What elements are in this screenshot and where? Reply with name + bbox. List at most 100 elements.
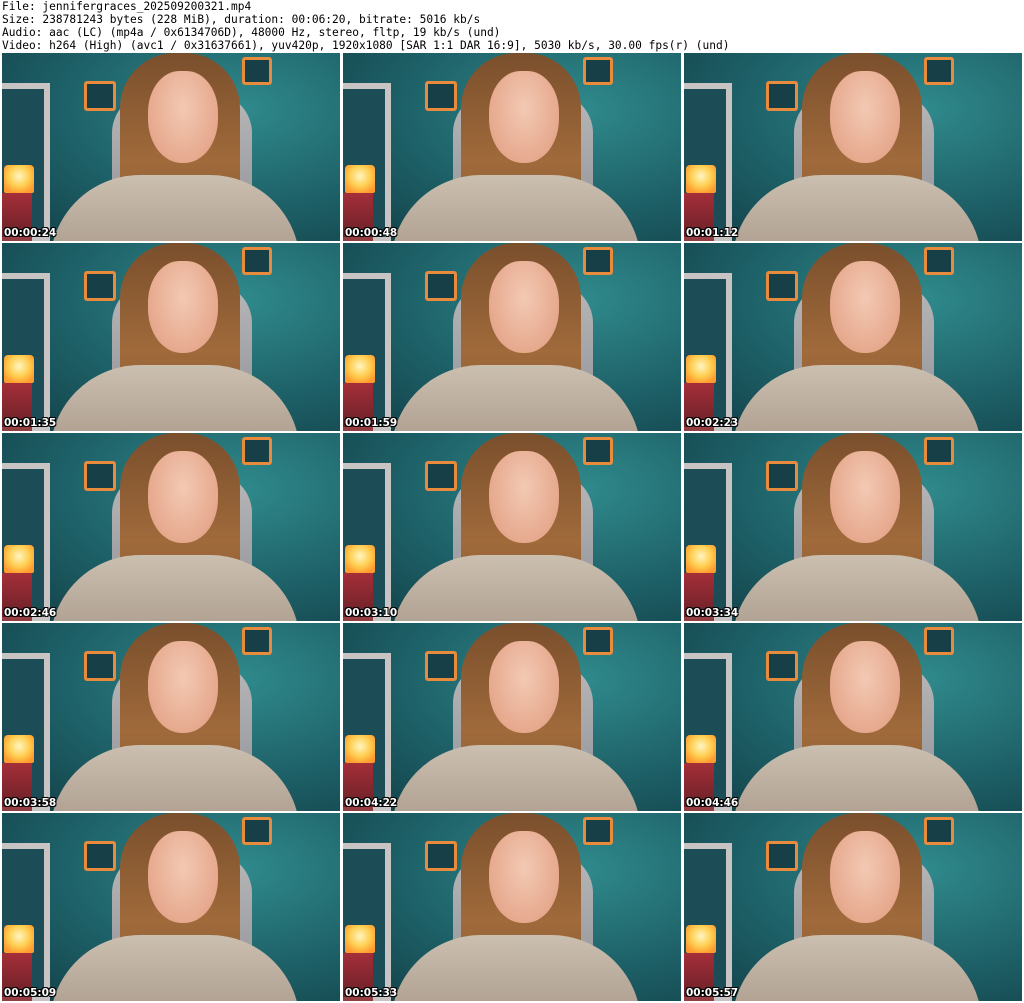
file-name-line: File: jennifergraces_202509200321.mp4 [2, 0, 252, 13]
video-thumbnail: 00:04:46 [684, 623, 1022, 811]
thumbnail-timestamp: 00:02:46 [4, 607, 57, 619]
person-sweater [50, 935, 300, 1001]
wall-shelf [242, 817, 272, 845]
wall-shelf [924, 247, 954, 275]
wall-shelf [242, 437, 272, 465]
thumbnail-timestamp: 00:02:23 [686, 417, 739, 429]
video-thumbnail: 00:05:57 [684, 813, 1022, 1001]
thumbnail-timestamp: 00:01:59 [345, 417, 398, 429]
lamp-icon [686, 545, 716, 573]
lamp-icon [345, 735, 375, 763]
lamp-icon [345, 165, 375, 193]
person-sweater [732, 745, 982, 811]
video-thumbnail: 00:00:24 [2, 53, 340, 241]
wall-shelf [425, 461, 457, 491]
person-sweater [732, 365, 982, 431]
wall-shelf [583, 57, 613, 85]
person-sweater [391, 555, 641, 621]
video-thumbnail: 00:02:23 [684, 243, 1022, 431]
lamp-icon [4, 165, 34, 193]
video-thumbnail: 00:01:35 [2, 243, 340, 431]
video-thumbnail: 00:02:46 [2, 433, 340, 621]
person-face [489, 641, 559, 733]
wall-shelf [425, 651, 457, 681]
person-face [489, 261, 559, 353]
thumbnail-timestamp: 00:01:12 [686, 227, 739, 239]
person-sweater [50, 555, 300, 621]
person-face [489, 71, 559, 163]
video-info-line: Video: h264 (High) (avc1 / 0x31637661), … [2, 39, 730, 52]
person-sweater [50, 745, 300, 811]
person-face [489, 451, 559, 543]
person-face [830, 641, 900, 733]
file-size-line: Size: 238781243 bytes (228 MiB), duratio… [2, 13, 481, 26]
person-sweater [391, 365, 641, 431]
wall-shelf [242, 247, 272, 275]
thumbnail-timestamp: 00:00:24 [4, 227, 57, 239]
lamp-icon [4, 545, 34, 573]
wall-shelf [766, 271, 798, 301]
video-thumbnail: 00:03:34 [684, 433, 1022, 621]
person-sweater [50, 175, 300, 241]
lamp-icon [4, 735, 34, 763]
thumbnail-timestamp: 00:05:57 [686, 987, 739, 999]
lamp-icon [4, 925, 34, 953]
wall-shelf [583, 437, 613, 465]
wall-shelf [924, 57, 954, 85]
person-sweater [732, 175, 982, 241]
wall-shelf [84, 651, 116, 681]
wall-shelf [84, 81, 116, 111]
wall-shelf [583, 817, 613, 845]
person-sweater [50, 365, 300, 431]
lamp-icon [686, 355, 716, 383]
thumbnail-timestamp: 00:03:34 [686, 607, 739, 619]
video-thumbnail: 00:03:10 [343, 433, 681, 621]
person-face [148, 71, 218, 163]
wall-shelf [84, 271, 116, 301]
thumbnail-timestamp: 00:00:48 [345, 227, 398, 239]
lamp-icon [345, 925, 375, 953]
thumbnail-timestamp: 00:05:33 [345, 987, 398, 999]
wall-shelf [242, 57, 272, 85]
wall-shelf [84, 461, 116, 491]
thumbnail-grid: 00:00:24 00:00:48 00:01:12 00:01:35 00:0… [2, 53, 1022, 1001]
person-sweater [391, 175, 641, 241]
lamp-icon [345, 355, 375, 383]
wall-shelf [766, 841, 798, 871]
lamp-icon [686, 925, 716, 953]
wall-shelf [924, 627, 954, 655]
wall-shelf [425, 81, 457, 111]
thumbnail-timestamp: 00:05:09 [4, 987, 57, 999]
person-face [148, 261, 218, 353]
person-face [148, 641, 218, 733]
video-thumbnail: 00:01:59 [343, 243, 681, 431]
file-info-header: File: jennifergraces_202509200321.mp4 Si… [2, 0, 1022, 52]
wall-shelf [766, 81, 798, 111]
wall-shelf [425, 841, 457, 871]
person-sweater [391, 935, 641, 1001]
person-sweater [391, 745, 641, 811]
wall-shelf [242, 627, 272, 655]
person-face [148, 451, 218, 543]
wall-shelf [84, 841, 116, 871]
thumbnail-timestamp: 00:03:10 [345, 607, 398, 619]
lamp-icon [686, 165, 716, 193]
wall-shelf [766, 461, 798, 491]
wall-shelf [425, 271, 457, 301]
thumbnail-timestamp: 00:01:35 [4, 417, 57, 429]
wall-shelf [766, 651, 798, 681]
wall-shelf [924, 817, 954, 845]
video-thumbnail: 00:04:22 [343, 623, 681, 811]
lamp-icon [345, 545, 375, 573]
audio-info-line: Audio: aac (LC) (mp4a / 0x6134706D), 480… [2, 26, 501, 39]
thumbnail-timestamp: 00:03:58 [4, 797, 57, 809]
lamp-icon [686, 735, 716, 763]
video-thumbnail: 00:05:09 [2, 813, 340, 1001]
wall-shelf [924, 437, 954, 465]
wall-shelf [583, 627, 613, 655]
person-face [148, 831, 218, 923]
lamp-icon [4, 355, 34, 383]
person-sweater [732, 555, 982, 621]
video-thumbnail: 00:01:12 [684, 53, 1022, 241]
person-face [489, 831, 559, 923]
